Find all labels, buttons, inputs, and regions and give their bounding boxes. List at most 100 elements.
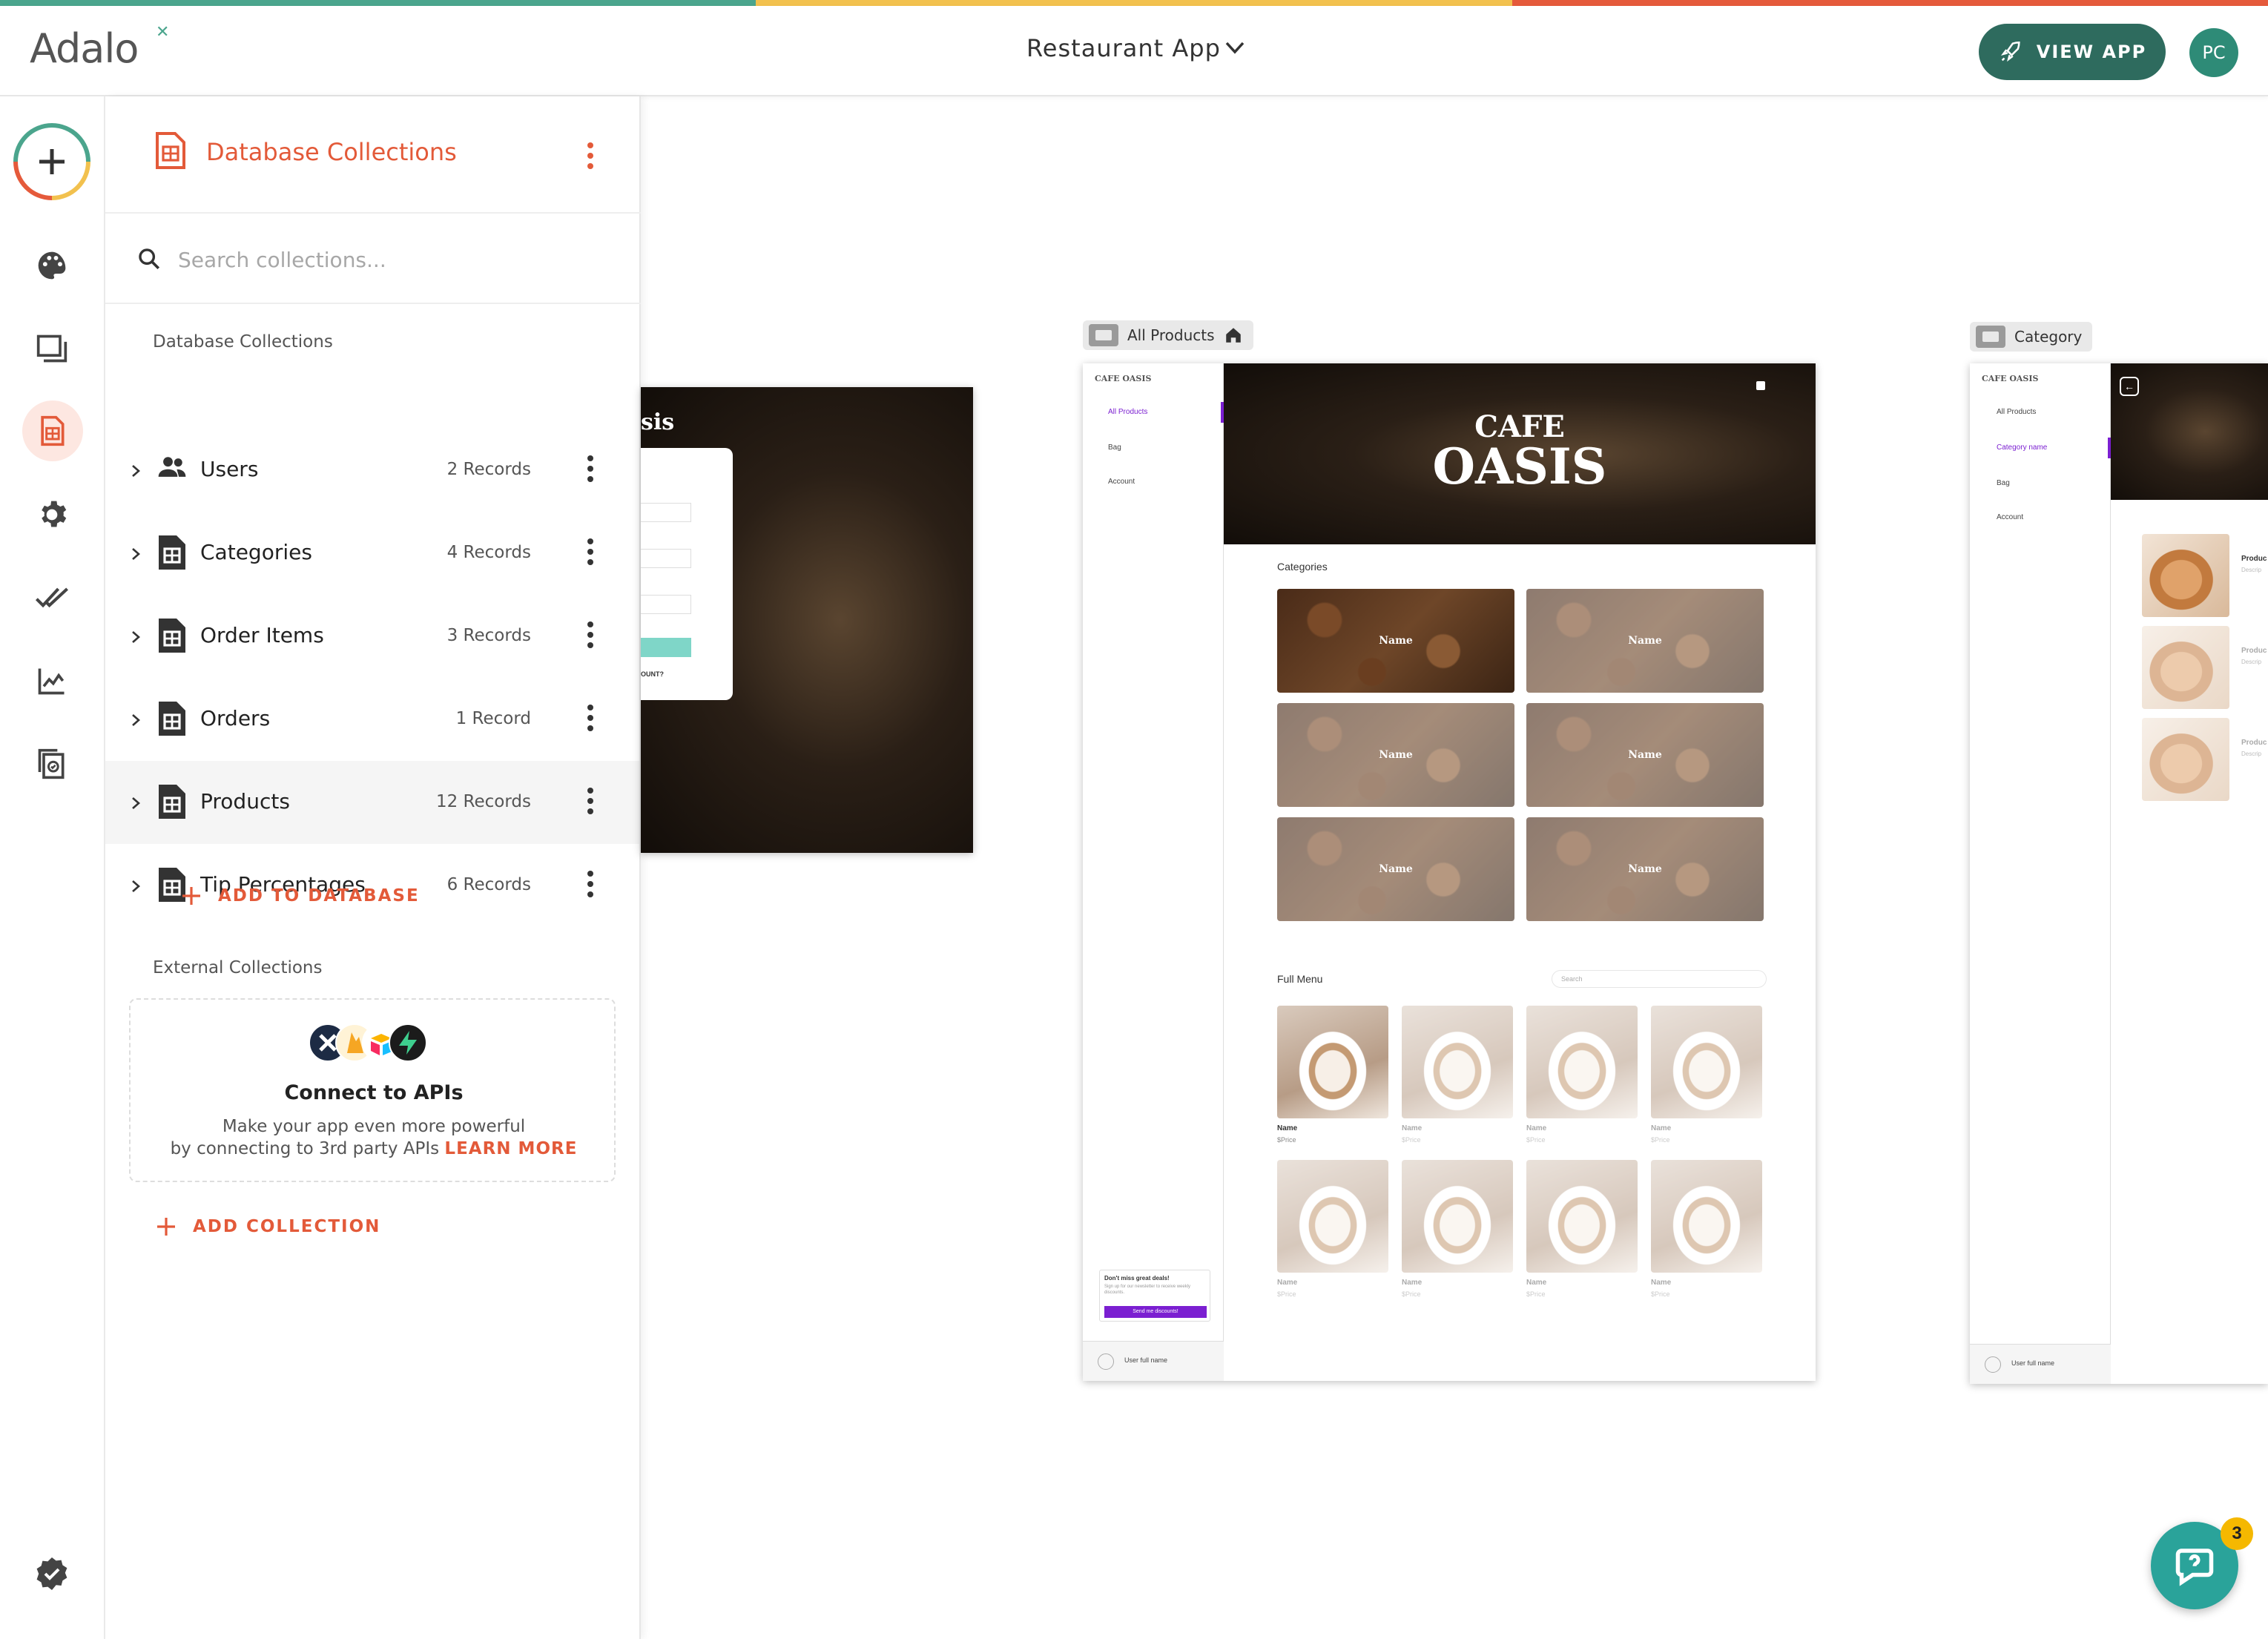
app-switcher-label[interactable]: Restaurant App — [1026, 34, 1221, 62]
menu-item-image[interactable] — [1402, 1006, 1513, 1118]
collection-more-icon[interactable] — [586, 455, 595, 487]
mini-nav-account[interactable]: Account — [1108, 478, 1135, 486]
mini-nav-bag[interactable]: Bag — [1997, 479, 2010, 487]
menu-item-name: Name — [1651, 1279, 1672, 1287]
collection-more-icon[interactable] — [586, 538, 595, 570]
menu-item-image[interactable] — [1277, 1160, 1388, 1273]
view-app-button[interactable]: VIEW APP — [1979, 24, 2166, 80]
chevron-down-icon[interactable] — [1224, 39, 1246, 58]
menu-item-image[interactable] — [1277, 1006, 1388, 1118]
bag-icon[interactable] — [1756, 381, 1765, 390]
learn-more-link[interactable]: LEARN MORE — [444, 1139, 577, 1158]
collection-more-icon[interactable] — [586, 705, 595, 736]
promo-button[interactable]: Send me discounts! — [1104, 1306, 1207, 1318]
collection-more-icon[interactable] — [586, 788, 595, 819]
mini-nav-category[interactable]: Category name — [1997, 443, 2047, 452]
login-screen-preview[interactable]: sis OUNT? — [641, 387, 973, 853]
settings-icon[interactable] — [31, 494, 73, 535]
versions-icon[interactable] — [31, 743, 73, 785]
users-icon — [156, 451, 188, 487]
mini-nav-bag[interactable]: Bag — [1108, 443, 1121, 452]
category-tile[interactable]: Name — [1277, 703, 1514, 807]
add-collection-button[interactable]: ADD COLLECTION — [154, 1215, 380, 1239]
menu-item-name: Name — [1277, 1279, 1298, 1287]
promo-card: Don't miss great deals! Sign up for our … — [1099, 1270, 1210, 1322]
add-to-database-button[interactable]: ADD TO DATABASE — [179, 884, 420, 908]
user-avatar[interactable]: PC — [2189, 28, 2238, 77]
expand-chevron-icon[interactable] — [128, 877, 144, 896]
table-icon — [156, 617, 188, 658]
palette-icon[interactable] — [31, 245, 73, 286]
panel-more-icon[interactable] — [586, 142, 595, 174]
collection-record-count: 4 Records — [446, 543, 531, 562]
add-screen-button[interactable] — [13, 123, 90, 200]
collection-row[interactable]: Order Items 3 Records — [105, 595, 639, 678]
collection-more-icon[interactable] — [586, 871, 595, 902]
screen-tag-label: All Products — [1127, 326, 1215, 344]
category-tile-label: Name — [1379, 749, 1413, 761]
database-icon[interactable] — [31, 410, 73, 452]
connect-apis-card: Connect to APIs Make your app even more … — [129, 998, 616, 1182]
collection-search — [105, 214, 641, 304]
menu-item-image[interactable] — [1651, 1160, 1762, 1273]
signup-link-fragment[interactable]: OUNT? — [641, 670, 664, 678]
expand-chevron-icon[interactable] — [128, 461, 144, 481]
back-icon[interactable]: ← — [2120, 377, 2139, 396]
mini-nav-account[interactable]: Account — [1997, 513, 2023, 521]
product-image[interactable] — [2142, 534, 2229, 617]
category-tile[interactable]: Name — [1526, 589, 1764, 693]
mini-user-name: User full name — [2011, 1359, 2055, 1367]
left-rail — [0, 96, 105, 1639]
add-collection-label: ADD COLLECTION — [193, 1217, 381, 1236]
screen-tag-category[interactable]: Category — [1970, 322, 2093, 352]
collection-row[interactable]: Users 2 Records — [105, 429, 639, 512]
search-input[interactable] — [178, 243, 593, 276]
category-tile[interactable]: Name — [1526, 703, 1764, 807]
collection-more-icon[interactable] — [586, 621, 595, 653]
all-products-screen[interactable]: CAFE OASIS All Products Bag Account Don'… — [1083, 363, 1816, 1381]
menu-search-field[interactable]: Search — [1552, 970, 1767, 988]
table-icon — [156, 783, 188, 824]
collection-record-count: 2 Records — [446, 460, 531, 479]
mini-nav-all-products[interactable]: All Products — [1997, 408, 2036, 416]
adalo-logo[interactable]: Adalo — [30, 25, 139, 72]
category-screen[interactable]: CAFE OASIS All Products Category name Ba… — [1970, 363, 2268, 1384]
publish-check-icon[interactable] — [31, 577, 73, 619]
screens-icon[interactable] — [31, 328, 73, 369]
login-extra-field[interactable] — [641, 595, 691, 614]
collection-record-count: 12 Records — [435, 792, 531, 811]
category-tile[interactable]: Name — [1526, 817, 1764, 921]
plus-icon — [182, 887, 200, 905]
login-email-field[interactable] — [641, 503, 691, 522]
menu-item-price: $Price — [1277, 1290, 1296, 1298]
collection-row[interactable]: Orders 1 Record — [105, 678, 639, 761]
login-title-fragment: sis — [641, 409, 675, 435]
login-button[interactable] — [641, 638, 691, 657]
menu-item-image[interactable] — [1526, 1006, 1638, 1118]
collection-row[interactable]: Products 12 Records — [105, 761, 639, 844]
verified-icon[interactable] — [31, 1553, 73, 1595]
expand-chevron-icon[interactable] — [128, 794, 144, 813]
expand-chevron-icon[interactable] — [128, 710, 144, 730]
supabase-logo-icon — [389, 1023, 427, 1062]
mini-user-footer: User full name — [1083, 1341, 1224, 1381]
product-image[interactable] — [2142, 626, 2229, 709]
screen-tag-all-products[interactable]: All Products — [1083, 320, 1253, 350]
category-tile[interactable]: Name — [1277, 817, 1514, 921]
menu-item-image[interactable] — [1651, 1006, 1762, 1118]
menu-item-image[interactable] — [1402, 1160, 1513, 1273]
mini-nav-all-products[interactable]: All Products — [1108, 408, 1147, 416]
panel-title: Database Collections — [206, 138, 457, 166]
mini-sidebar: CAFE OASIS All Products Category name Ba… — [1970, 363, 2111, 1384]
login-password-field[interactable] — [641, 549, 691, 568]
rocket-icon — [2000, 41, 2020, 62]
expand-chevron-icon[interactable] — [128, 627, 144, 647]
menu-item-price: $Price — [1651, 1290, 1670, 1298]
analytics-icon[interactable] — [31, 660, 73, 702]
promo-title: Don't miss great deals! — [1104, 1275, 1170, 1282]
category-tile[interactable]: Name — [1277, 589, 1514, 693]
menu-item-image[interactable] — [1526, 1160, 1638, 1273]
product-image[interactable] — [2142, 718, 2229, 801]
collection-row[interactable]: Categories 4 Records — [105, 512, 639, 595]
expand-chevron-icon[interactable] — [128, 544, 144, 564]
